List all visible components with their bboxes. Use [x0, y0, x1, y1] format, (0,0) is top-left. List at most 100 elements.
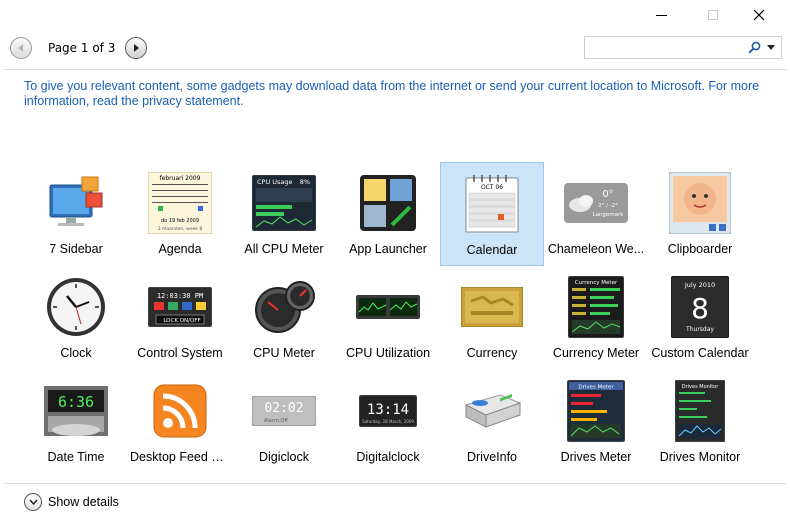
gadget-name: Clock	[60, 346, 92, 360]
search-input[interactable]	[589, 39, 739, 56]
rss-feed-icon	[147, 378, 213, 444]
close-button[interactable]	[736, 0, 782, 30]
gadget-tile[interactable]: 13:14 Saturday, 28 March, 2009 Digitalcl…	[336, 370, 440, 474]
gadget-name: Date Time	[47, 450, 105, 464]
drives-meter-title: Drives Meter	[578, 385, 614, 391]
gadget-name: Digitalclock	[356, 450, 420, 464]
gadget-tile[interactable]: Drives Meter Drives Meter	[544, 370, 648, 474]
digiclock-sub: Alarm:Off	[264, 418, 288, 424]
gadget-name: Drives Monitor	[659, 450, 741, 464]
weather-range: 2° / -2°	[598, 203, 618, 209]
digiclock-icon: 02:02 Alarm:Off	[251, 378, 317, 444]
show-details-toggle[interactable]: Show details	[24, 493, 119, 511]
gadget-tile[interactable]: App Launcher	[336, 162, 440, 266]
app-launcher-icon	[355, 170, 421, 236]
gadget-tile[interactable]: CPU Utilization	[336, 266, 440, 370]
clipboarder-icon	[667, 170, 733, 236]
digitalclock-icon: 13:14 Saturday, 28 March, 2009	[355, 378, 421, 444]
page-indicator: Page 1 of 3	[48, 41, 116, 55]
cpu-usage-percent: 8%	[300, 178, 310, 186]
cpu-utilization-icon	[355, 274, 421, 340]
agenda-icon: februari 2009 do 19 feb 2009 3 maanden, …	[147, 170, 213, 236]
minimize-button[interactable]	[638, 0, 684, 30]
gadget-name: 7 Sidebar	[49, 242, 103, 256]
gadget-tile[interactable]: 6:36 Date Time	[24, 370, 128, 474]
control-time: 12:03:30 PM	[157, 292, 203, 300]
gadget-gallery: 7 Sidebar februari 2009 do 19 feb 2009 3…	[24, 162, 776, 474]
gadget-tile[interactable]: July 2010 8 Thursday Custom Calendar	[648, 266, 752, 370]
agenda-week: 3 maanden, week 8	[158, 226, 203, 232]
expand-details-button[interactable]	[24, 493, 42, 511]
gadget-name: Drives Meter	[560, 450, 632, 464]
next-page-button[interactable]	[125, 37, 148, 59]
control-lock: LOCK ON/OFF	[163, 318, 200, 324]
calendar-icon: OCT 06	[459, 171, 525, 237]
gadget-name: CPU Utilization	[345, 346, 431, 360]
currency-meter-icon: Currency Meter	[563, 274, 629, 340]
privacy-notice-link[interactable]: To give you relevant content, some gadge…	[24, 79, 764, 109]
gadget-name: Control System	[137, 346, 223, 360]
gadget-tile[interactable]: CPU Meter	[232, 266, 336, 370]
gadget-tile[interactable]: Desktop Feed R...	[128, 370, 232, 474]
gadget-name: DriveInfo	[466, 450, 518, 464]
gadget-tile[interactable]: februari 2009 do 19 feb 2009 3 maanden, …	[128, 162, 232, 266]
cpu-usage-title: CPU Usage	[257, 178, 293, 186]
gadget-tile[interactable]: OCT 06 Calendar	[440, 162, 544, 266]
gadget-name: App Launcher	[349, 242, 427, 256]
custom-calendar-icon: July 2010 8 Thursday	[667, 274, 733, 340]
gadget-name: Currency	[466, 346, 518, 360]
gadget-name: CPU Meter	[253, 346, 315, 360]
chevron-down-icon	[767, 45, 775, 50]
weather-icon: 0° 2° / -2° Langemark	[563, 170, 629, 236]
gadget-tile[interactable]: Drives Monitor Drives Monitor	[648, 370, 752, 474]
digitalclock-time: 13:14	[367, 402, 409, 418]
sidebar-icon	[43, 170, 109, 236]
minimize-icon	[655, 14, 667, 16]
drive-icon	[459, 378, 525, 444]
gadget-name: Agenda	[158, 242, 202, 256]
digiclock-time: 02:02	[264, 401, 303, 416]
drives-monitor-icon: Drives Monitor	[667, 378, 733, 444]
search-options-dropdown[interactable]	[763, 38, 779, 58]
date-time-icon: 6:36	[43, 378, 109, 444]
gadget-name: Calendar	[466, 243, 518, 257]
gadget-name: Clipboarder	[667, 242, 733, 256]
cpu-meter-icon	[251, 274, 317, 340]
gadget-name: Desktop Feed R...	[130, 450, 230, 464]
arrow-right-icon	[134, 44, 140, 52]
pager: Page 1 of 3	[10, 36, 148, 60]
agenda-month: februari 2009	[160, 175, 201, 182]
show-details-label: Show details	[48, 495, 119, 509]
search-button[interactable]	[745, 38, 763, 58]
digitalclock-date: Saturday, 28 March, 2009	[362, 419, 414, 424]
clock-icon	[43, 274, 109, 340]
control-system-icon: 12:03:30 PM LOCK ON/OFF	[147, 274, 213, 340]
agenda-date: do 19 feb 2009	[161, 218, 199, 224]
close-icon	[753, 9, 765, 21]
gadget-tile[interactable]: Clipboarder	[648, 162, 752, 266]
gadget-tile[interactable]: CPU Usage 8% All CPU Meter	[232, 162, 336, 266]
divider	[4, 483, 786, 484]
gadget-name: Chameleon We...	[547, 242, 645, 256]
divider	[4, 69, 786, 70]
gadget-tile[interactable]: 02:02 Alarm:Off Digiclock	[232, 370, 336, 474]
gadget-tile[interactable]: 0° 2° / -2° Langemark Chameleon We...	[544, 162, 648, 266]
gadget-tile[interactable]: 12:03:30 PM LOCK ON/OFF Control System	[128, 266, 232, 370]
gadget-tile[interactable]: DriveInfo	[440, 370, 544, 474]
gadget-tile[interactable]: 7 Sidebar	[24, 162, 128, 266]
chevron-down-icon	[28, 499, 38, 505]
currency-meter-title: Currency Meter	[575, 280, 618, 286]
arrow-left-icon	[18, 44, 23, 52]
previous-page-button[interactable]	[10, 37, 32, 59]
search-box	[584, 36, 782, 59]
gadget-tile[interactable]: Clock	[24, 266, 128, 370]
maximize-button[interactable]	[690, 0, 736, 30]
gadget-name: Digiclock	[258, 450, 309, 464]
weather-place: Langemark	[593, 212, 625, 218]
search-icon	[747, 41, 760, 54]
weather-temp: 0°	[602, 189, 613, 200]
gadget-tile[interactable]: Currency	[440, 266, 544, 370]
custom-cal-day: 8	[691, 292, 709, 325]
gadget-name: Currency Meter	[552, 346, 640, 360]
gadget-tile[interactable]: Currency Meter Currency Meter	[544, 266, 648, 370]
